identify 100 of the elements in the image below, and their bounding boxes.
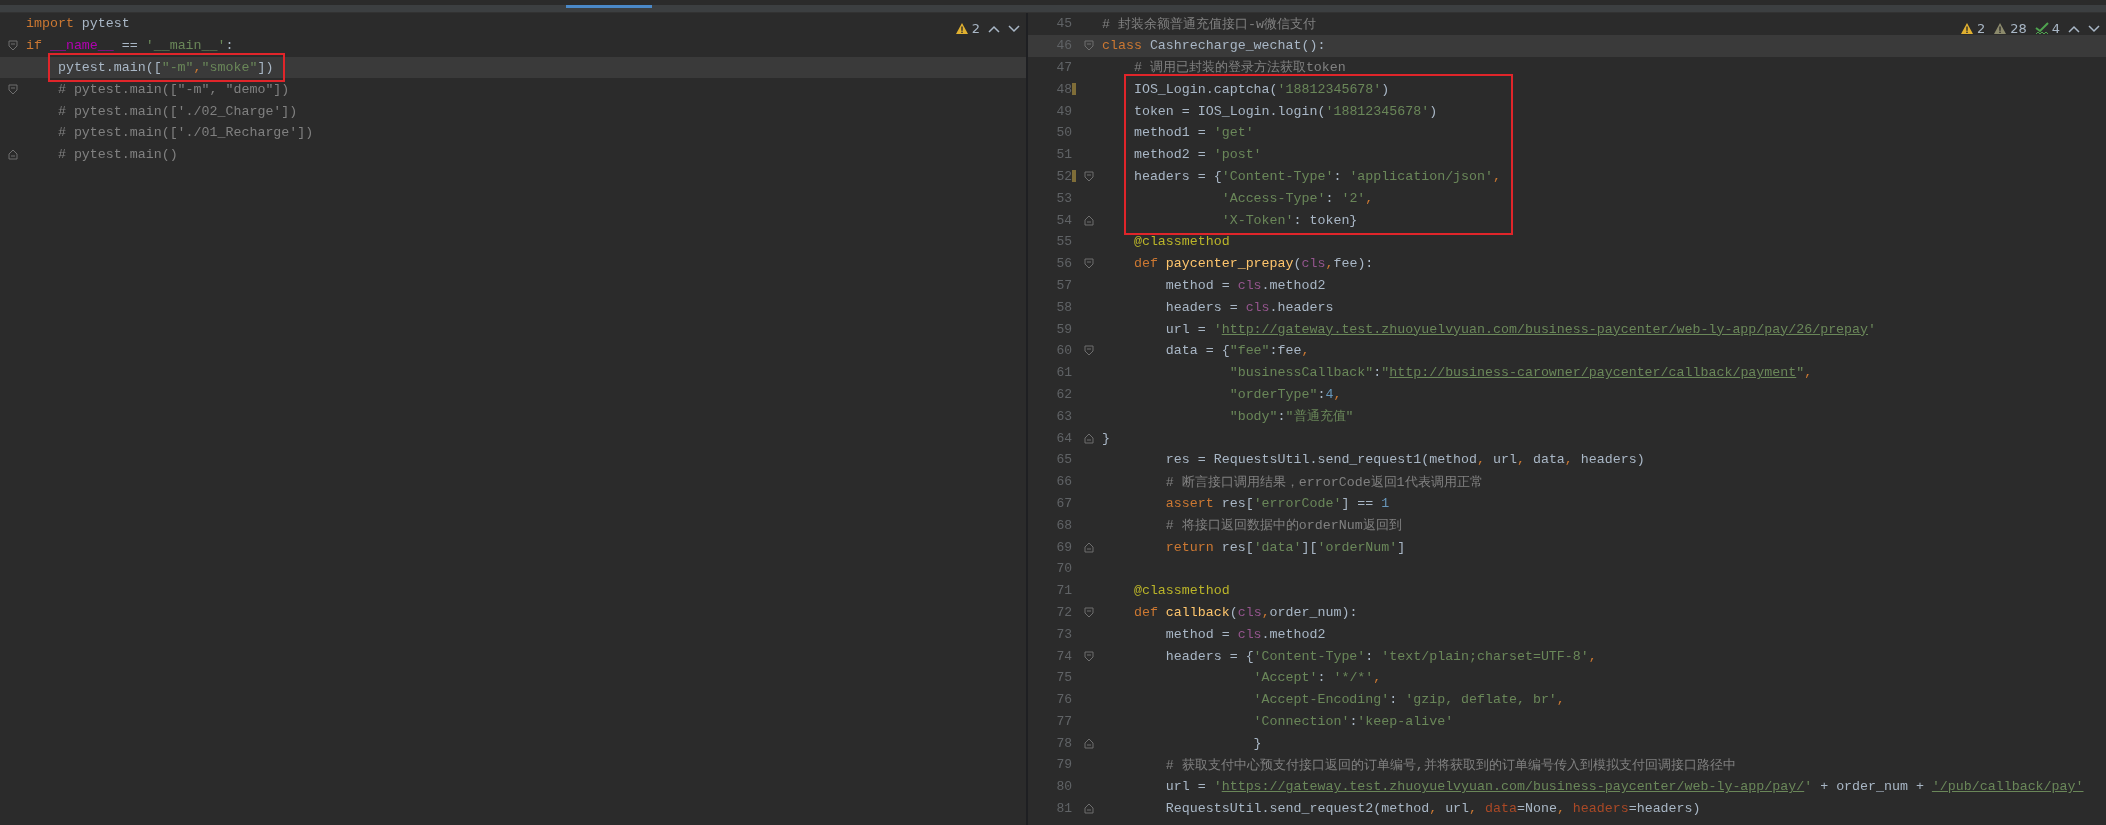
code-line: # pytest.main() bbox=[56, 147, 178, 163]
line-number: 72 bbox=[1055, 604, 1072, 620]
code-line: "orderType":4, bbox=[1228, 386, 1342, 402]
chevron-up-icon[interactable] bbox=[988, 24, 1000, 33]
line-number: 78 bbox=[1055, 735, 1072, 751]
code-line: method = cls.method2 bbox=[1164, 277, 1326, 293]
fold-marker-icon[interactable] bbox=[1084, 214, 1094, 226]
line-number: 81 bbox=[1055, 801, 1072, 817]
problem-count[interactable]: 28 bbox=[2010, 21, 2027, 36]
code-line: 'Connection':'keep-alive' bbox=[1252, 713, 1454, 729]
code-line: url = 'http://gateway.test.zhuoyuelvyuan.com/business-paycenter/web-ly-app/pay/26/prepay' bbox=[1164, 321, 1877, 337]
line-number: 68 bbox=[1055, 517, 1072, 533]
line-number: 57 bbox=[1055, 277, 1072, 293]
fold-marker-icon[interactable] bbox=[1084, 606, 1094, 618]
code-line: token = IOS_Login.login('18812345678') bbox=[1132, 103, 1438, 119]
code-line: # pytest.main(['./01_Recharge']) bbox=[56, 125, 314, 141]
line-number: 66 bbox=[1055, 474, 1072, 490]
line-number: 55 bbox=[1055, 234, 1072, 250]
line-number: 49 bbox=[1055, 103, 1072, 119]
chevron-down-icon[interactable] bbox=[1008, 24, 1020, 33]
line-number: 69 bbox=[1055, 539, 1072, 555]
line-number: 59 bbox=[1055, 321, 1072, 337]
line-number: 50 bbox=[1055, 125, 1072, 141]
code-line: method1 = 'get' bbox=[1132, 125, 1254, 141]
line-number: 51 bbox=[1055, 147, 1072, 163]
code-line: "businessCallback":"http://business-carowner/paycenter/callback/payment", bbox=[1228, 365, 1813, 381]
line-number: 53 bbox=[1055, 190, 1072, 206]
code-line: 'X-Token': token} bbox=[1220, 212, 1358, 228]
line-number: 64 bbox=[1055, 430, 1072, 446]
code-line: # 调用已封装的登录方法获取token bbox=[1132, 59, 1346, 77]
fold-marker-icon[interactable] bbox=[1084, 803, 1094, 815]
chevron-down-icon[interactable] bbox=[2088, 24, 2100, 33]
fold-marker-icon[interactable] bbox=[1084, 737, 1094, 749]
problem-count[interactable]: 2 bbox=[971, 21, 980, 36]
line-number: 62 bbox=[1055, 386, 1072, 402]
code-line: 'Access-Type': '2', bbox=[1220, 190, 1374, 206]
fold-marker-icon[interactable] bbox=[8, 83, 18, 95]
line-number: 75 bbox=[1055, 670, 1072, 686]
line-number: 74 bbox=[1055, 648, 1072, 664]
problem-count[interactable]: 4 bbox=[2051, 21, 2060, 36]
line-number: 48 bbox=[1055, 81, 1072, 97]
code-line: if __name__ == '__main__': bbox=[26, 38, 234, 54]
code-line: # 封装余额普通充值接口-w微信支付 bbox=[1102, 15, 1316, 33]
line-number: 52 bbox=[1055, 168, 1072, 184]
code-line: import pytest bbox=[26, 16, 130, 32]
fold-marker-icon[interactable] bbox=[1084, 432, 1094, 444]
code-line: 'Accept': '*/*', bbox=[1252, 670, 1382, 686]
code-line: IOS_Login.captcha('18812345678') bbox=[1132, 81, 1390, 97]
problem-count[interactable]: 2 bbox=[1976, 21, 1986, 36]
code-line: @classmethod bbox=[1132, 583, 1230, 599]
code-line: res = RequestsUtil.send_request1(method, url, data, headers) bbox=[1164, 452, 1645, 468]
warning-icon bbox=[1959, 22, 1974, 35]
line-number: 79 bbox=[1055, 757, 1072, 773]
fold-marker-icon[interactable] bbox=[1084, 541, 1094, 553]
code-line: RequestsUtil.send_request2(method, url, data=None, headers=headers) bbox=[1164, 801, 1701, 817]
line-number: 77 bbox=[1055, 713, 1072, 729]
code-line: def paycenter_prepay(cls,fee): bbox=[1132, 256, 1374, 272]
code-line: # 获取支付中心预支付接口返回的订单编号,并将获取到的订单编号传入到模拟支付回调接口路径中 bbox=[1164, 757, 1736, 774]
code-line: assert res['errorCode'] == 1 bbox=[1164, 495, 1390, 511]
code-line: } bbox=[1252, 735, 1262, 751]
code-line: # pytest.main(['./02_Charge']) bbox=[56, 103, 298, 119]
code-line: def callback(cls,order_num): bbox=[1132, 604, 1358, 620]
code-line: } bbox=[1102, 430, 1110, 446]
code-line: headers = {'Content-Type': 'application/json', bbox=[1132, 168, 1501, 184]
code-line: url = 'https://gateway.test.zhuoyuelvyuan.com/business-paycenter/web-ly-app/pay/' + order_num + '/pub/callback/pay' bbox=[1164, 779, 2084, 795]
code-line: # 将接口返回数据中的orderNum返回到 bbox=[1164, 517, 1402, 535]
code-line: method2 = 'post' bbox=[1132, 147, 1262, 163]
fold-marker-icon[interactable] bbox=[1084, 650, 1094, 662]
code-line: pytest.main(["-m","smoke"]) bbox=[56, 60, 274, 75]
code-line: # 断言接口调用结果，errorCode返回1代表调用正常 bbox=[1164, 473, 1483, 491]
code-line: data = {"fee":fee, bbox=[1164, 343, 1310, 359]
fold-marker-icon[interactable] bbox=[1084, 258, 1094, 270]
weak-warning-icon bbox=[1993, 22, 2008, 35]
line-number: 70 bbox=[1055, 561, 1072, 577]
fold-marker-icon[interactable] bbox=[8, 149, 18, 161]
fold-marker-icon[interactable] bbox=[1084, 40, 1094, 52]
line-number: 54 bbox=[1055, 212, 1072, 228]
check-icon bbox=[2034, 22, 2049, 35]
line-number: 67 bbox=[1055, 495, 1072, 511]
line-number: 76 bbox=[1055, 692, 1072, 708]
code-line: @classmethod bbox=[1132, 234, 1230, 250]
fold-marker-icon[interactable] bbox=[1084, 170, 1094, 182]
code-line: headers = cls.headers bbox=[1164, 299, 1334, 315]
code-line: return res['data']['orderNum'] bbox=[1164, 539, 1406, 555]
line-number: 47 bbox=[1055, 60, 1072, 75]
chevron-up-icon[interactable] bbox=[2068, 24, 2080, 33]
code-line: "body":"普通充值" bbox=[1228, 408, 1354, 426]
line-number: 60 bbox=[1055, 343, 1072, 359]
line-number: 65 bbox=[1055, 452, 1072, 468]
code-line: headers = {'Content-Type': 'text/plain;charset=UTF-8', bbox=[1164, 648, 1597, 664]
code-line: method = cls.method2 bbox=[1164, 626, 1326, 642]
code-line: 'Accept-Encoding': 'gzip, deflate, br', bbox=[1252, 692, 1565, 708]
fold-marker-icon[interactable] bbox=[1084, 345, 1094, 357]
fold-marker-icon[interactable] bbox=[8, 40, 18, 52]
code-line: class Cashrecharge_wechat(): bbox=[1102, 38, 1326, 54]
code-line: # pytest.main(["-m", "demo"]) bbox=[56, 81, 290, 97]
line-number: 56 bbox=[1055, 256, 1072, 272]
line-number: 73 bbox=[1055, 626, 1072, 642]
warning-icon bbox=[954, 22, 969, 35]
line-number: 58 bbox=[1055, 299, 1072, 315]
